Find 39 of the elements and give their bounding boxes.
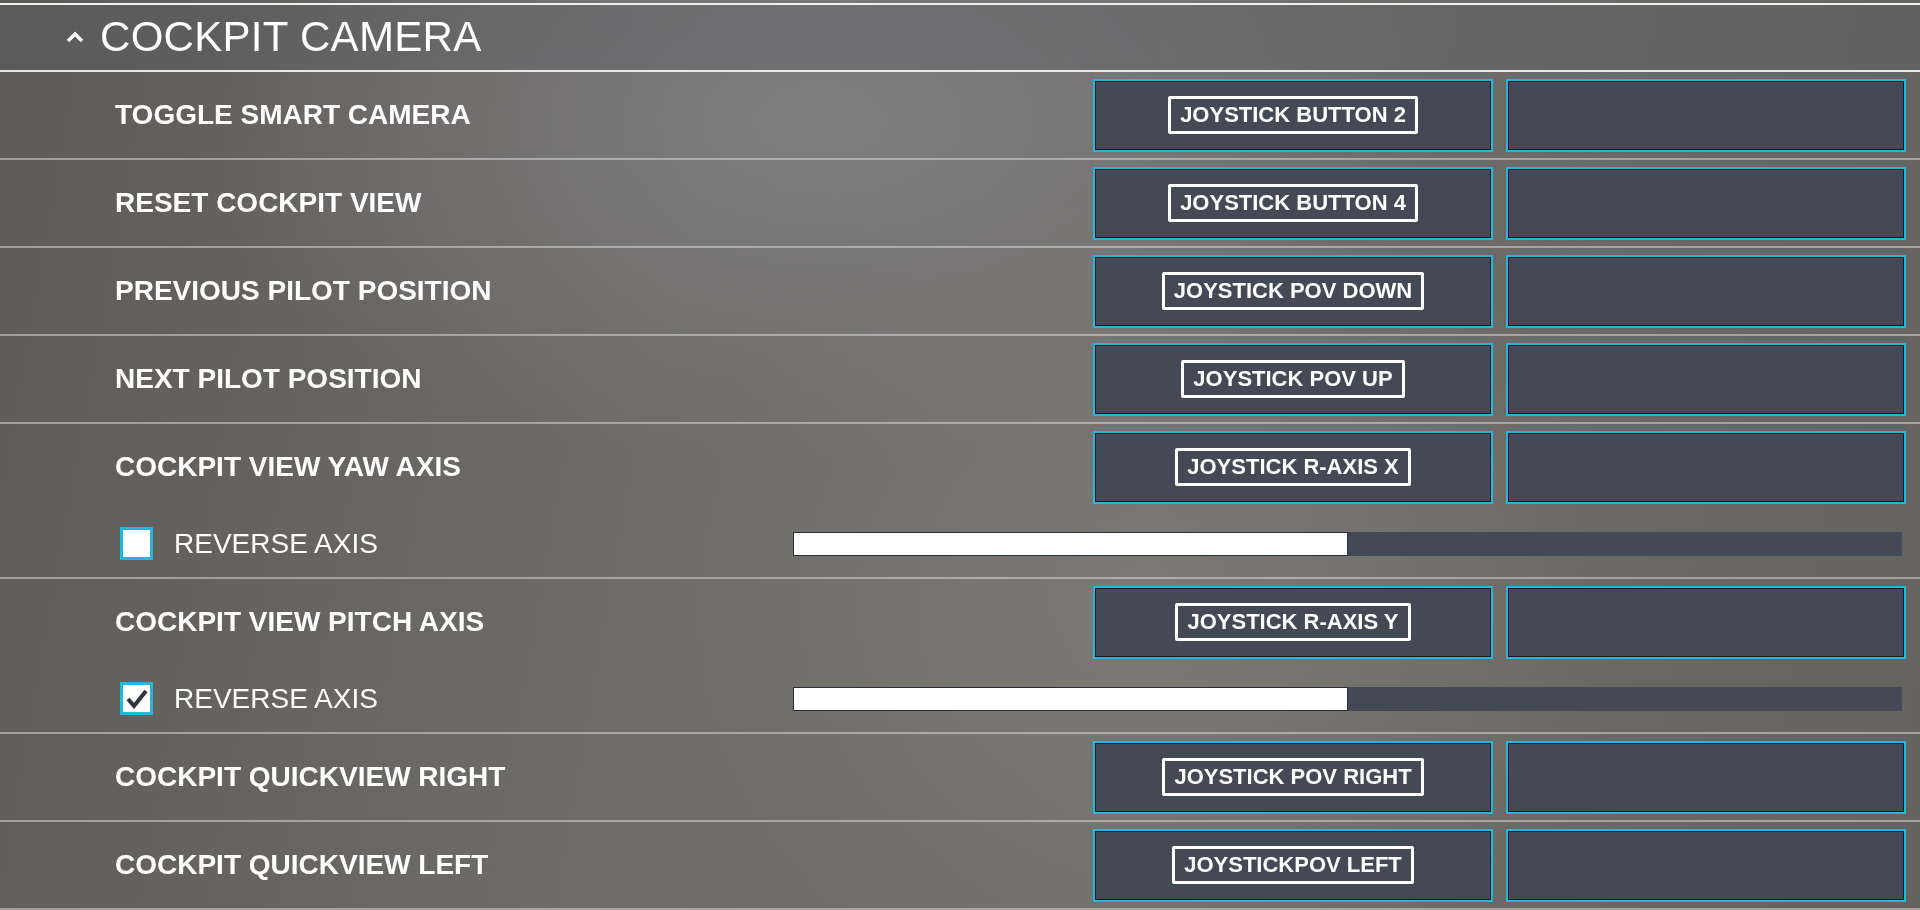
action-label: COCKPIT QUICKVIEW LEFT: [115, 849, 489, 881]
empty-binding-slot[interactable]: [1506, 585, 1906, 659]
empty-binding-slot[interactable]: [1506, 740, 1906, 814]
empty-binding-slot[interactable]: [1506, 828, 1906, 902]
key-binding: JOYSTICK BUTTON 4: [1168, 184, 1418, 222]
chevron-up-icon[interactable]: [66, 31, 84, 44]
binding-slot[interactable]: JOYSTICK R-AXIS Y: [1093, 585, 1493, 659]
action-label: COCKPIT VIEW PITCH AXIS: [115, 606, 485, 638]
reverse-axis-checkbox[interactable]: [120, 527, 153, 560]
binding-slot[interactable]: JOYSTICK POV RIGHT: [1093, 740, 1493, 814]
binding-slot[interactable]: JOYSTICK R-AXIS X: [1093, 430, 1493, 504]
reverse-axis-checkbox[interactable]: [120, 682, 153, 715]
key-binding: JOYSTICK BUTTON 2: [1168, 96, 1418, 134]
action-label: TOGGLE SMART CAMERA: [115, 99, 471, 131]
empty-binding-slot[interactable]: [1506, 254, 1906, 328]
check-icon: [125, 688, 148, 709]
binding-slot[interactable]: JOYSTICK POV UP: [1093, 342, 1493, 416]
empty-binding-slot[interactable]: [1506, 166, 1906, 240]
binding-slot[interactable]: JOYSTICK POV DOWN: [1093, 254, 1493, 328]
empty-binding-slot[interactable]: [1506, 430, 1906, 504]
action-label: COCKPIT QUICKVIEW RIGHT: [115, 761, 506, 793]
key-binding: JOYSTICK POV DOWN: [1161, 272, 1425, 310]
action-label: PREVIOUS PILOT POSITION: [115, 275, 492, 307]
key-binding: JOYSTICKPOV LEFT: [1172, 846, 1414, 884]
action-label: COCKPIT VIEW YAW AXIS: [115, 451, 461, 483]
section-title: COCKPIT CAMERA: [100, 13, 482, 62]
key-binding: JOYSTICK R-AXIS X: [1175, 448, 1411, 486]
key-binding: JOYSTICK POV RIGHT: [1162, 758, 1424, 796]
binding-slot[interactable]: JOYSTICKPOV LEFT: [1093, 828, 1493, 902]
key-binding: JOYSTICK POV UP: [1181, 360, 1405, 398]
key-binding: JOYSTICK R-AXIS Y: [1175, 603, 1411, 641]
empty-binding-slot[interactable]: [1506, 342, 1906, 416]
action-label: NEXT PILOT POSITION: [115, 363, 422, 395]
reverse-axis-label: REVERSE AXIS: [174, 682, 378, 715]
binding-slot[interactable]: JOYSTICK BUTTON 4: [1093, 166, 1493, 240]
action-label: RESET COCKPIT VIEW: [115, 187, 422, 219]
empty-binding-slot[interactable]: [1506, 78, 1906, 152]
binding-slot[interactable]: JOYSTICK BUTTON 2: [1093, 78, 1493, 152]
reverse-axis-label: REVERSE AXIS: [174, 527, 378, 560]
